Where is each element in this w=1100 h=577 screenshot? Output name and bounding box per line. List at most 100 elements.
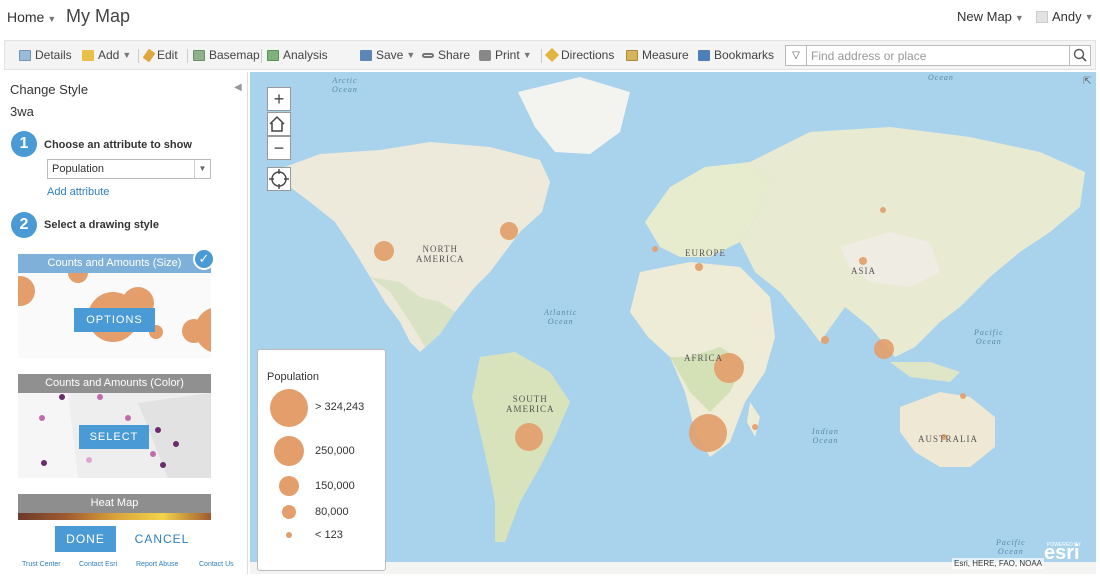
legend-symbol [270, 389, 308, 427]
label-indian-ocean: Indian Ocean [812, 427, 839, 445]
add-icon [82, 49, 94, 61]
printer-icon [479, 49, 491, 61]
user-menu[interactable]: Andy ▼ [1036, 9, 1094, 24]
new-map-menu[interactable]: New Map ▼ [957, 9, 1024, 24]
footer-link-contact-esri[interactable]: Contact Esri [79, 561, 117, 568]
add-button[interactable]: Add ▼ [82, 48, 131, 62]
label-europe: EUROPE [685, 248, 727, 258]
divider [187, 49, 188, 63]
step-1-badge: 1 [11, 131, 37, 157]
style-card-title: Counts and Amounts (Color) [18, 374, 211, 393]
map-title: My Map [66, 6, 131, 26]
layer-name: 3wa [10, 104, 34, 119]
locate-icon [269, 169, 289, 189]
search-input[interactable] [806, 45, 1070, 66]
details-label: Details [35, 48, 72, 62]
legend-symbol [279, 476, 299, 496]
chevron-down-icon: ▼ [194, 160, 210, 178]
print-label: Print [495, 48, 520, 62]
done-button[interactable]: DONE [55, 526, 116, 552]
population-symbol[interactable] [859, 257, 867, 265]
share-label: Share [438, 48, 471, 62]
style-card-size[interactable]: Counts and Amounts (Size) OPTIONS [18, 254, 211, 358]
zoom-out-button[interactable]: − [267, 136, 291, 160]
label-ocean-top: Ocean [928, 73, 954, 82]
style-card-title: Counts and Amounts (Size) [18, 254, 211, 273]
bookmarks-label: Bookmarks [714, 48, 775, 62]
step-2-label: Select a drawing style [44, 219, 159, 231]
bookmarks-button[interactable]: Bookmarks [698, 48, 774, 62]
population-symbol[interactable] [874, 339, 894, 359]
home-label: Home [7, 9, 45, 25]
search-source-dropdown[interactable]: ▽ [785, 45, 807, 66]
footer-link-report-abuse[interactable]: Report Abuse [136, 561, 178, 568]
population-symbol[interactable] [880, 207, 886, 213]
avatar [1036, 10, 1048, 23]
legend-symbol [274, 436, 304, 466]
ruler-icon [626, 49, 638, 61]
change-style-panel: Change Style ◀ 3wa 1 Choose an attribute… [4, 72, 248, 574]
search-button[interactable] [1069, 45, 1091, 66]
collapse-panel-icon[interactable]: ◀ [234, 82, 242, 93]
save-icon [360, 49, 372, 61]
population-symbol[interactable] [821, 336, 829, 344]
expand-map-icon[interactable]: ⇱ [1083, 76, 1091, 87]
selected-check-icon: ✓ [193, 248, 215, 270]
add-attribute-link[interactable]: Add attribute [47, 186, 109, 198]
new-map-label: New Map [957, 9, 1012, 24]
details-button[interactable]: Details [19, 48, 72, 62]
print-button[interactable]: Print ▼ [479, 48, 532, 62]
divider [138, 49, 139, 63]
basemap-icon [193, 49, 205, 61]
attribute-select[interactable]: Population ▼ [47, 159, 211, 179]
default-extent-button[interactable] [267, 112, 291, 136]
legend-label: < 123 [315, 529, 343, 541]
attribute-value: Population [52, 163, 104, 175]
zoom-in-button[interactable]: + [267, 87, 291, 111]
population-symbol[interactable] [695, 263, 703, 271]
population-symbol[interactable] [960, 393, 966, 399]
style-card-title: Heat Map [18, 494, 211, 513]
chevron-down-icon: ▼ [122, 50, 132, 60]
label-pacific-ocean-south: Pacific Ocean [996, 538, 1026, 556]
directions-button[interactable]: Directions [544, 47, 615, 63]
legend-label: 250,000 [315, 445, 355, 457]
population-symbol[interactable] [689, 414, 727, 452]
population-symbol[interactable] [515, 423, 543, 451]
top-bar: Home ▼ My Map New Map ▼ Andy ▼ [0, 0, 1100, 36]
label-north-america: NORTH AMERICA [416, 244, 465, 264]
footer-link-trust-center[interactable]: Trust Center [22, 561, 61, 568]
cancel-button[interactable]: CANCEL [130, 526, 194, 552]
population-symbol[interactable] [652, 246, 658, 252]
chevron-down-icon: ▼ [47, 14, 57, 24]
legend-label: 150,000 [315, 480, 355, 492]
analysis-label: Analysis [283, 48, 328, 62]
analysis-button[interactable]: Analysis [267, 48, 328, 62]
share-link-icon [422, 52, 434, 58]
style-card-color[interactable]: Counts and Amounts (Color) SELECT [18, 374, 211, 478]
chevron-down-icon: ▼ [406, 50, 416, 60]
options-button[interactable]: OPTIONS [74, 308, 155, 332]
style-card-preview: SELECT [18, 393, 211, 478]
population-symbol[interactable] [752, 424, 758, 430]
select-button[interactable]: SELECT [79, 425, 149, 449]
population-symbol[interactable] [500, 222, 518, 240]
step-1-label: Choose an attribute to show [44, 139, 192, 151]
directions-label: Directions [561, 48, 615, 62]
edit-button[interactable]: Edit [142, 48, 178, 62]
heatmap-preview [18, 513, 211, 520]
home-menu[interactable]: Home ▼ [7, 9, 56, 25]
style-card-heatmap[interactable]: Heat Map [18, 494, 211, 520]
footer-link-contact-us[interactable]: Contact Us [199, 561, 234, 568]
legend-symbol [286, 532, 292, 538]
population-symbol[interactable] [374, 241, 394, 261]
label-africa: AFRICA [684, 353, 724, 363]
locate-button[interactable] [267, 167, 291, 191]
pencil-icon [142, 48, 156, 62]
chevron-down-icon: ▼ [522, 50, 532, 60]
measure-button[interactable]: Measure [626, 48, 689, 62]
basemap-button[interactable]: Basemap [193, 48, 260, 62]
analysis-icon [267, 49, 279, 61]
save-button[interactable]: Save ▼ [360, 48, 415, 62]
share-button[interactable]: Share [422, 48, 470, 62]
